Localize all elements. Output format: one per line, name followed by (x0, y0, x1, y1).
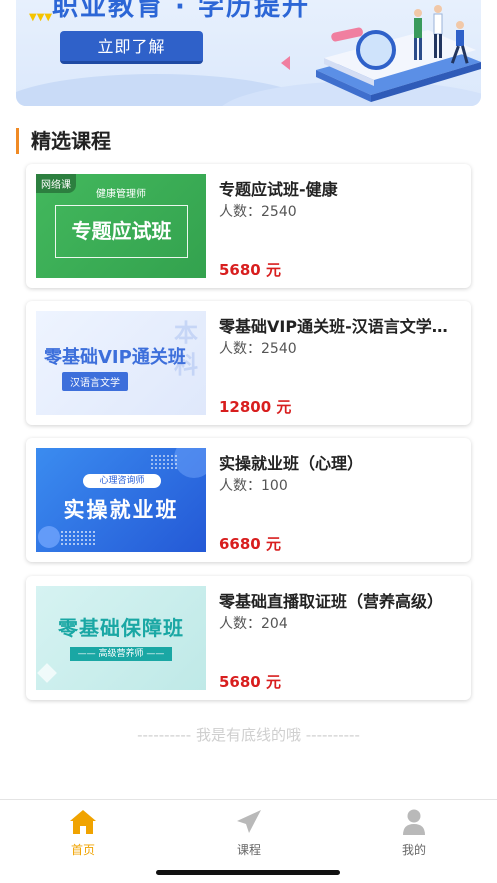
tab-label: 我的 (401, 843, 426, 857)
tab-courses[interactable]: 课程 (209, 808, 289, 858)
course-card[interactable]: 本科 零基础VIP通关班 汉语言文学 零基础VIP通关班-汉语言文学… 人数：2… (26, 301, 471, 425)
banner-triangle-decoration (281, 56, 290, 70)
learn-more-button[interactable]: 立即了解 (60, 31, 203, 64)
course-card[interactable]: 网络课 健康管理师 专题应试班 专题应试班-健康 人数：2540 5680 元 (26, 164, 471, 288)
thumbnail-title: 实操就业班 (63, 498, 179, 522)
course-price: 6680 元 (219, 535, 281, 553)
course-enrollment: 人数：2540 (219, 341, 297, 357)
home-indicator (156, 870, 340, 875)
course-thumbnail: 心理咨询师 实操就业班 (36, 448, 206, 552)
thumbnail-decoration (38, 526, 60, 548)
course-title[interactable]: 零基础直播取证班（营养高级） (219, 588, 459, 612)
course-price: 5680 元 (219, 673, 281, 691)
course-enrollment: 人数：100 (219, 478, 288, 494)
thumbnail-ribbon: —— 高级营养师 —— (70, 647, 172, 661)
banner-title: 职业教育 · 学历提升 (52, 0, 310, 22)
thumbnail-pill: 心理咨询师 (83, 474, 161, 488)
course-price: 5680 元 (219, 261, 281, 279)
banner-arrow-decoration: ▼▼▼ (29, 12, 53, 23)
thumbnail-subtitle: 健康管理师 (96, 189, 146, 200)
tab-mine[interactable]: 我的 (374, 808, 454, 858)
thumbnail-ribbon: 汉语言文学 (62, 372, 128, 391)
course-title[interactable]: 实操就业班（心理） (219, 450, 459, 474)
course-enrollment: 人数：204 (219, 616, 288, 632)
course-thumbnail: 本科 零基础VIP通关班 汉语言文学 (36, 311, 206, 415)
course-thumbnail: 零基础保障班 —— 高级营养师 —— (36, 586, 206, 690)
paper-plane-icon (237, 810, 261, 833)
tab-label: 首页 (70, 843, 95, 857)
course-enrollment: 人数：2540 (219, 204, 297, 220)
thumbnail-title: 零基础VIP通关班 (44, 347, 186, 368)
course-card[interactable]: 零基础保障班 —— 高级营养师 —— 零基础直播取证班（营养高级） 人数：204… (26, 576, 471, 700)
user-icon (403, 809, 425, 835)
promo-banner[interactable]: 职业教育 · 学历提升 ▼▼▼ 立即了解 (16, 0, 481, 106)
thumbnail-decoration (174, 448, 206, 478)
course-thumbnail: 网络课 健康管理师 专题应试班 (36, 174, 206, 278)
home-icon (70, 810, 96, 834)
section-title: 精选课程 (16, 128, 111, 154)
thumbnail-title: 专题应试班 (55, 205, 188, 258)
tab-label: 课程 (236, 843, 261, 857)
banner-illustration (316, 5, 481, 102)
thumbnail-decoration (37, 663, 57, 683)
course-title[interactable]: 专题应试班-健康 (219, 176, 459, 200)
end-of-list-note: ---------- 我是有底线的哦 ---------- (137, 726, 360, 744)
course-price: 12800 元 (219, 398, 292, 416)
course-title[interactable]: 零基础VIP通关班-汉语言文学… (219, 313, 459, 337)
thumbnail-decoration (60, 530, 96, 546)
course-card[interactable]: 心理咨询师 实操就业班 实操就业班（心理） 人数：100 6680 元 (26, 438, 471, 562)
tab-home[interactable]: 首页 (43, 808, 123, 858)
thumbnail-decoration (150, 454, 178, 470)
thumbnail-title: 零基础保障班 (58, 616, 184, 640)
